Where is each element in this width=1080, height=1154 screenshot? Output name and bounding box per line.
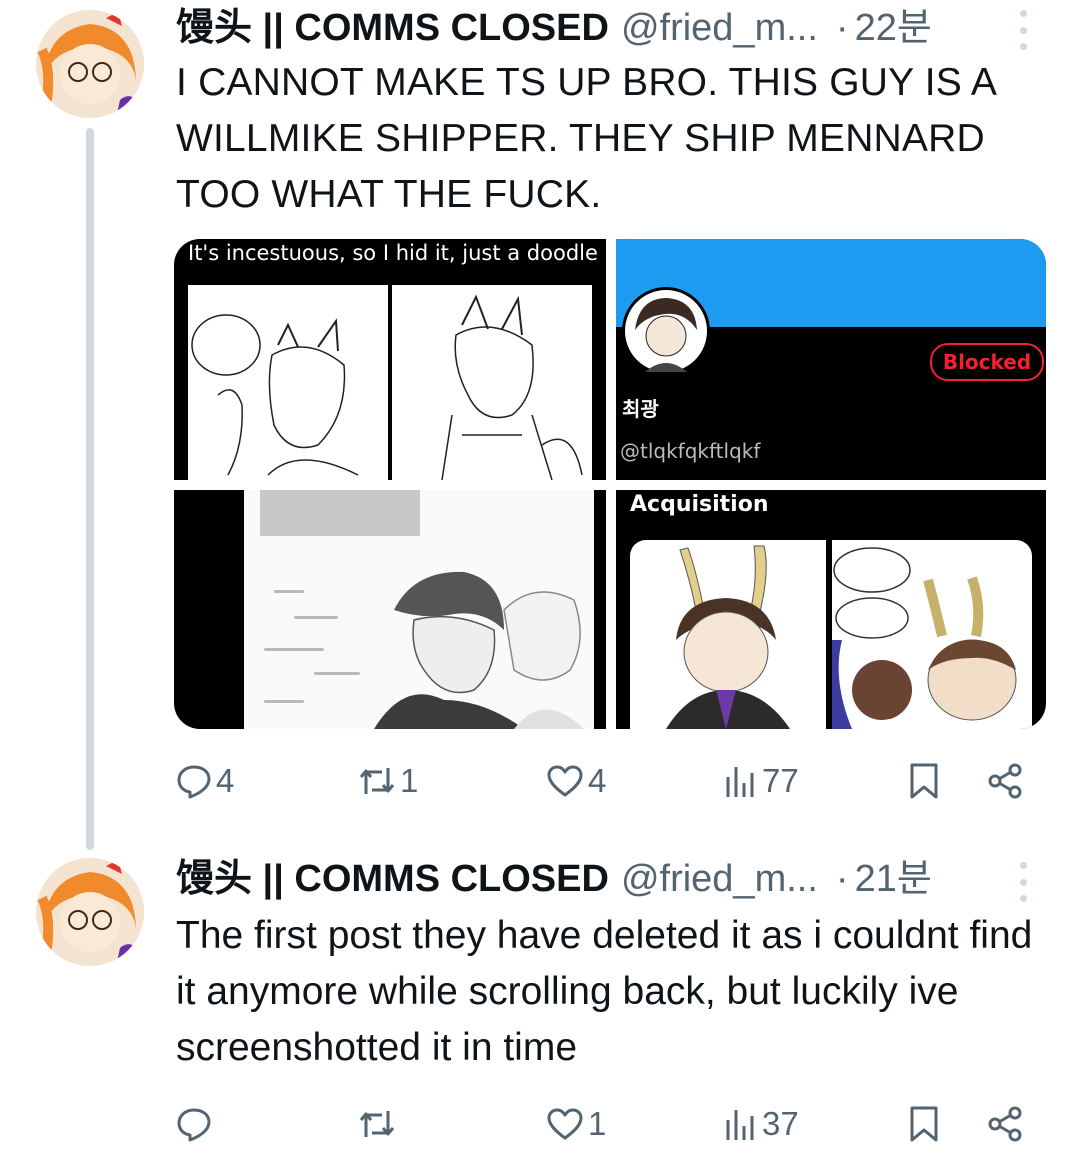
comic-panel-left bbox=[188, 285, 388, 480]
repost-icon bbox=[359, 768, 395, 794]
share-button[interactable] bbox=[986, 1100, 1024, 1148]
share-icon bbox=[988, 763, 1022, 799]
tweet-text: The first post they have deleted it as i… bbox=[176, 914, 1033, 1069]
avatar-image bbox=[36, 10, 144, 118]
tweet-header: 馒头 || COMMS CLOSED @fried_m... · 21분 bbox=[176, 855, 932, 903]
more-icon[interactable] bbox=[1016, 862, 1030, 902]
tweet-text: I CANNOT MAKE TS UP BRO. THIS GUY IS A W… bbox=[176, 61, 995, 216]
reply-button[interactable]: 4 bbox=[176, 757, 234, 805]
tweet-header: 馒头 || COMMS CLOSED @fried_m... · 22분 bbox=[176, 4, 932, 52]
reply-button[interactable] bbox=[176, 1100, 216, 1148]
timestamp[interactable]: 21분 bbox=[855, 855, 932, 903]
like-icon bbox=[547, 765, 583, 797]
avatar-image bbox=[36, 858, 144, 966]
repost-button[interactable]: 1 bbox=[358, 757, 418, 805]
timestamp[interactable]: 22분 bbox=[855, 4, 932, 52]
profile-name: 최광 bbox=[622, 397, 659, 421]
comic-panel-left bbox=[630, 540, 826, 729]
like-count: 1 bbox=[588, 1105, 607, 1142]
image-caption: Acquisition bbox=[630, 492, 769, 517]
comic-panel-right bbox=[392, 285, 592, 480]
reply-icon bbox=[177, 1108, 211, 1142]
tweet-actions: 1 37 bbox=[174, 1100, 1034, 1148]
media-grid: It's incestuous, so I hid it, just a doo… bbox=[174, 239, 1046, 729]
views-count: 37 bbox=[762, 1105, 799, 1142]
thread-connector-line bbox=[86, 128, 94, 850]
like-button[interactable]: 4 bbox=[546, 757, 606, 805]
reply-count: 4 bbox=[216, 762, 235, 799]
tweet-actions: 4 1 4 77 bbox=[174, 757, 1034, 805]
manga-illustration bbox=[374, 571, 584, 729]
bookmark-button[interactable] bbox=[908, 1100, 940, 1148]
views-count: 77 bbox=[762, 762, 799, 799]
like-count: 4 bbox=[588, 762, 607, 799]
repost-count: 1 bbox=[400, 762, 419, 799]
views-button[interactable]: 37 bbox=[724, 1100, 799, 1148]
author-handle[interactable]: @fried_m... bbox=[621, 855, 818, 903]
comic-panel-right bbox=[832, 540, 1032, 729]
media-image-2[interactable]: Blocked 최광 @tlqkfqkftlqkf bbox=[616, 239, 1046, 480]
share-button[interactable] bbox=[986, 757, 1024, 805]
bookmark-icon bbox=[910, 1106, 938, 1142]
share-icon bbox=[988, 1106, 1022, 1142]
avatar[interactable] bbox=[36, 10, 144, 118]
separator-dot: · bbox=[835, 858, 849, 900]
media-image-1[interactable]: It's incestuous, so I hid it, just a doo… bbox=[174, 239, 606, 480]
media-image-3[interactable] bbox=[174, 490, 606, 729]
views-icon bbox=[726, 767, 754, 797]
author-name[interactable]: 馒头 || COMMS CLOSED bbox=[176, 855, 609, 903]
bookmark-icon bbox=[910, 763, 938, 799]
more-icon[interactable] bbox=[1016, 10, 1030, 50]
separator-dot: · bbox=[835, 7, 849, 49]
profile-avatar bbox=[622, 287, 710, 375]
author-handle[interactable]: @fried_m... bbox=[621, 4, 818, 52]
views-button[interactable]: 77 bbox=[724, 757, 799, 805]
profile-handle: @tlqkfqkftlqkf bbox=[620, 439, 761, 463]
like-icon bbox=[547, 1108, 583, 1140]
bookmark-button[interactable] bbox=[908, 757, 940, 805]
repost-button[interactable] bbox=[358, 1100, 400, 1148]
gray-box bbox=[260, 490, 420, 536]
image-caption: It's incestuous, so I hid it, just a doo… bbox=[188, 241, 598, 265]
media-image-4[interactable]: Acquisition bbox=[616, 490, 1046, 729]
thread: 馒头 || COMMS CLOSED @fried_m... · 22분 I C… bbox=[0, 0, 1080, 1154]
blocked-button: Blocked bbox=[930, 343, 1044, 381]
like-button[interactable]: 1 bbox=[546, 1100, 606, 1148]
avatar[interactable] bbox=[36, 858, 144, 966]
author-name[interactable]: 馒头 || COMMS CLOSED bbox=[176, 4, 609, 52]
views-icon bbox=[726, 1110, 754, 1140]
repost-icon bbox=[359, 1111, 395, 1137]
reply-icon bbox=[177, 765, 211, 799]
